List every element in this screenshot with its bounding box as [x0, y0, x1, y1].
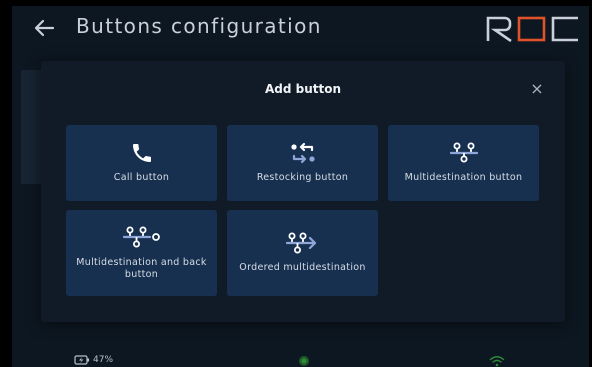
tile-label: Ordered multidestination [239, 262, 366, 273]
status-bar: 47% [12, 351, 589, 367]
call-button-tile[interactable]: Call button [66, 125, 217, 201]
phone-icon [132, 144, 151, 162]
header: Buttons configuration [12, 6, 589, 52]
close-icon[interactable]: × [529, 81, 545, 97]
ordered-multidestination-icon [285, 232, 316, 254]
modal-title: Add button [264, 82, 342, 96]
add-button-modal: Add button × Call button Restocking butt… [41, 61, 565, 322]
ordered-multidestination-tile[interactable]: Ordered multidestination [227, 210, 378, 296]
page-title: Buttons configuration [76, 14, 322, 38]
multidestination-icon [449, 142, 478, 163]
battery-indicator: 47% [74, 355, 113, 365]
roc-logo [486, 16, 578, 42]
back-arrow-icon[interactable] [32, 16, 56, 40]
tile-label: Restocking button [256, 172, 349, 183]
multidestination-button-tile[interactable]: Multidestination button [388, 125, 539, 201]
restocking-button-tile[interactable]: Restocking button [227, 125, 378, 201]
wifi-icon [489, 356, 505, 367]
multidestination-back-icon [122, 226, 160, 248]
multidestination-and-back-button-tile[interactable]: Multidestination and back button [66, 210, 217, 296]
battery-charging-icon [74, 355, 90, 365]
tile-label: Multidestination button [404, 172, 523, 183]
battery-percentage: 47% [93, 355, 114, 365]
tile-label: Multidestination and back button [76, 257, 207, 280]
tile-label: Call button [113, 172, 170, 183]
restocking-icon [290, 142, 315, 164]
connection-status-icon [299, 356, 309, 366]
app-screen: Buttons configuration Add button × Call … [12, 6, 589, 367]
